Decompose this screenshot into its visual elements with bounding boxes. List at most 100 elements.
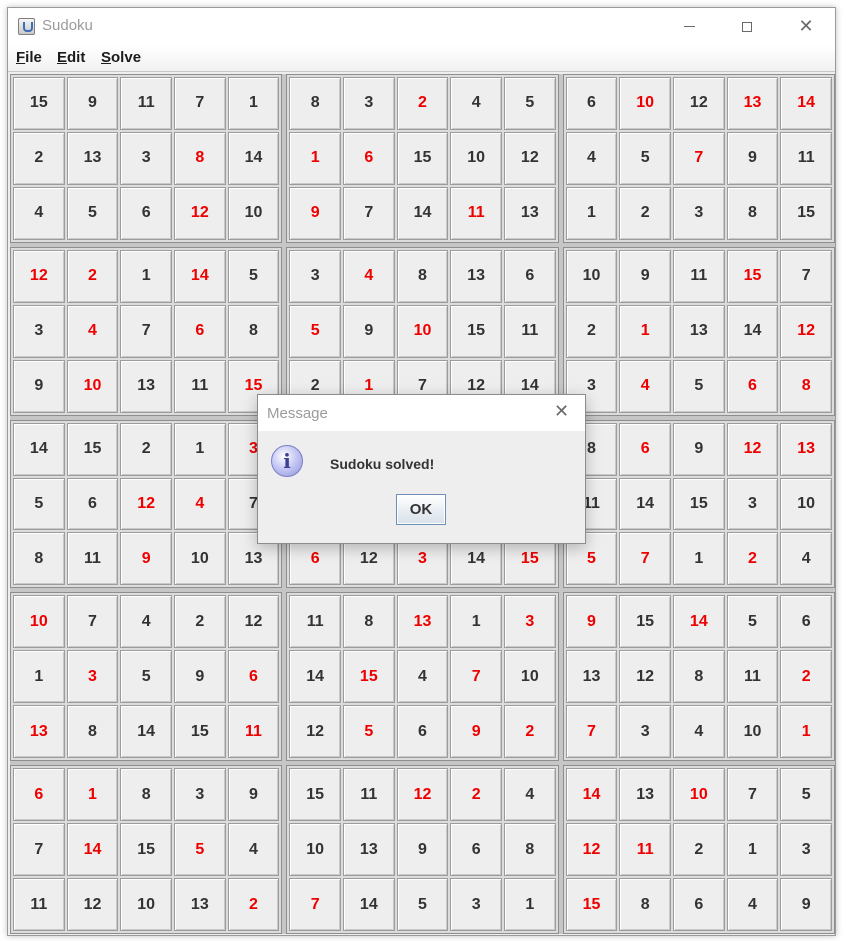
sudoku-cell[interactable]: 2 bbox=[565, 304, 618, 358]
sudoku-cell[interactable]: 5 bbox=[120, 650, 172, 704]
sudoku-cell[interactable]: 14 bbox=[726, 304, 779, 358]
menu-edit[interactable]: Edit bbox=[57, 49, 85, 66]
sudoku-cell[interactable]: 5 bbox=[66, 186, 119, 240]
sudoku-cell[interactable]: 11 bbox=[780, 131, 832, 185]
sudoku-cell[interactable]: 12 bbox=[173, 186, 226, 240]
sudoku-cell[interactable]: 9 bbox=[619, 249, 671, 303]
sudoku-cell[interactable]: 8 bbox=[227, 304, 280, 358]
sudoku-cell[interactable]: 6 bbox=[780, 595, 832, 649]
sudoku-cell[interactable]: 5 bbox=[672, 359, 725, 413]
sudoku-cell[interactable]: 8 bbox=[726, 186, 779, 240]
sudoku-cell[interactable]: 11 bbox=[342, 768, 395, 822]
sudoku-cell[interactable]: 7 bbox=[66, 595, 119, 649]
sudoku-cell[interactable]: 2 bbox=[13, 131, 65, 185]
sudoku-cell[interactable]: 11 bbox=[289, 595, 341, 649]
close-button[interactable]: ✕ bbox=[777, 8, 835, 45]
sudoku-cell[interactable]: 1 bbox=[289, 131, 341, 185]
sudoku-cell[interactable]: 3 bbox=[503, 595, 556, 649]
sudoku-cell[interactable]: 4 bbox=[450, 77, 502, 130]
sudoku-cell[interactable]: 14 bbox=[120, 705, 172, 759]
sudoku-cell[interactable]: 11 bbox=[66, 532, 119, 586]
sudoku-cell[interactable]: 1 bbox=[726, 823, 779, 877]
sudoku-cell[interactable]: 12 bbox=[66, 878, 119, 931]
sudoku-cell[interactable]: 5 bbox=[173, 823, 226, 877]
sudoku-cell[interactable]: 14 bbox=[396, 186, 449, 240]
sudoku-cell[interactable]: 6 bbox=[396, 705, 449, 759]
sudoku-cell[interactable]: 5 bbox=[13, 477, 65, 531]
sudoku-cell[interactable]: 9 bbox=[672, 422, 725, 476]
sudoku-cell[interactable]: 12 bbox=[289, 705, 341, 759]
sudoku-cell[interactable]: 7 bbox=[672, 131, 725, 185]
sudoku-cell[interactable]: 7 bbox=[726, 768, 779, 822]
sudoku-cell[interactable]: 6 bbox=[13, 768, 65, 822]
sudoku-cell[interactable]: 2 bbox=[396, 77, 449, 130]
sudoku-cell[interactable]: 10 bbox=[173, 532, 226, 586]
dialog-close-icon[interactable]: ✕ bbox=[554, 403, 569, 421]
sudoku-cell[interactable]: 3 bbox=[672, 186, 725, 240]
sudoku-cell[interactable]: 7 bbox=[342, 186, 395, 240]
sudoku-cell[interactable]: 10 bbox=[619, 77, 671, 130]
sudoku-cell[interactable]: 8 bbox=[342, 595, 395, 649]
sudoku-cell[interactable]: 3 bbox=[726, 477, 779, 531]
sudoku-cell[interactable]: 6 bbox=[726, 359, 779, 413]
sudoku-cell[interactable]: 13 bbox=[565, 650, 618, 704]
sudoku-cell[interactable]: 5 bbox=[780, 768, 832, 822]
sudoku-cell[interactable]: 10 bbox=[396, 304, 449, 358]
sudoku-cell[interactable]: 1 bbox=[780, 705, 832, 759]
sudoku-cell[interactable]: 6 bbox=[450, 823, 502, 877]
sudoku-cell[interactable]: 9 bbox=[780, 878, 832, 931]
sudoku-cell[interactable]: 13 bbox=[342, 823, 395, 877]
sudoku-cell[interactable]: 11 bbox=[672, 249, 725, 303]
sudoku-cell[interactable]: 8 bbox=[503, 823, 556, 877]
sudoku-cell[interactable]: 10 bbox=[120, 878, 172, 931]
sudoku-cell[interactable]: 12 bbox=[780, 304, 832, 358]
sudoku-cell[interactable]: 13 bbox=[619, 768, 671, 822]
sudoku-cell[interactable]: 1 bbox=[503, 878, 556, 931]
sudoku-cell[interactable]: 14 bbox=[565, 768, 618, 822]
sudoku-cell[interactable]: 15 bbox=[672, 477, 725, 531]
sudoku-cell[interactable]: 4 bbox=[173, 477, 226, 531]
sudoku-cell[interactable]: 9 bbox=[565, 595, 618, 649]
menu-solve[interactable]: Solve bbox=[101, 49, 141, 66]
sudoku-cell[interactable]: 8 bbox=[173, 131, 226, 185]
sudoku-cell[interactable]: 9 bbox=[342, 304, 395, 358]
sudoku-cell[interactable]: 8 bbox=[780, 359, 832, 413]
sudoku-cell[interactable]: 9 bbox=[227, 768, 280, 822]
sudoku-cell[interactable]: 13 bbox=[726, 77, 779, 130]
sudoku-cell[interactable]: 12 bbox=[672, 77, 725, 130]
sudoku-cell[interactable]: 13 bbox=[450, 249, 502, 303]
sudoku-cell[interactable]: 4 bbox=[13, 186, 65, 240]
sudoku-cell[interactable]: 15 bbox=[726, 249, 779, 303]
sudoku-cell[interactable]: 2 bbox=[227, 878, 280, 931]
sudoku-cell[interactable]: 10 bbox=[672, 768, 725, 822]
sudoku-cell[interactable]: 10 bbox=[289, 823, 341, 877]
sudoku-cell[interactable]: 4 bbox=[66, 304, 119, 358]
sudoku-cell[interactable]: 9 bbox=[726, 131, 779, 185]
sudoku-cell[interactable]: 2 bbox=[503, 705, 556, 759]
sudoku-cell[interactable]: 10 bbox=[726, 705, 779, 759]
sudoku-cell[interactable]: 4 bbox=[227, 823, 280, 877]
sudoku-cell[interactable]: 5 bbox=[396, 878, 449, 931]
sudoku-cell[interactable]: 5 bbox=[726, 595, 779, 649]
sudoku-cell[interactable]: 4 bbox=[565, 131, 618, 185]
sudoku-cell[interactable]: 14 bbox=[780, 77, 832, 130]
sudoku-cell[interactable]: 10 bbox=[565, 249, 618, 303]
sudoku-cell[interactable]: 2 bbox=[450, 768, 502, 822]
sudoku-cell[interactable]: 4 bbox=[780, 532, 832, 586]
sudoku-cell[interactable]: 12 bbox=[396, 768, 449, 822]
sudoku-cell[interactable]: 1 bbox=[120, 249, 172, 303]
sudoku-cell[interactable]: 11 bbox=[173, 359, 226, 413]
sudoku-cell[interactable]: 13 bbox=[503, 186, 556, 240]
sudoku-cell[interactable]: 14 bbox=[342, 878, 395, 931]
sudoku-cell[interactable]: 11 bbox=[726, 650, 779, 704]
sudoku-cell[interactable]: 7 bbox=[619, 532, 671, 586]
sudoku-cell[interactable]: 15 bbox=[342, 650, 395, 704]
sudoku-cell[interactable]: 4 bbox=[672, 705, 725, 759]
sudoku-cell[interactable]: 2 bbox=[66, 249, 119, 303]
sudoku-cell[interactable]: 6 bbox=[66, 477, 119, 531]
sudoku-cell[interactable]: 7 bbox=[173, 77, 226, 130]
sudoku-cell[interactable]: 1 bbox=[565, 186, 618, 240]
sudoku-cell[interactable]: 8 bbox=[13, 532, 65, 586]
sudoku-cell[interactable]: 15 bbox=[619, 595, 671, 649]
sudoku-cell[interactable]: 1 bbox=[450, 595, 502, 649]
